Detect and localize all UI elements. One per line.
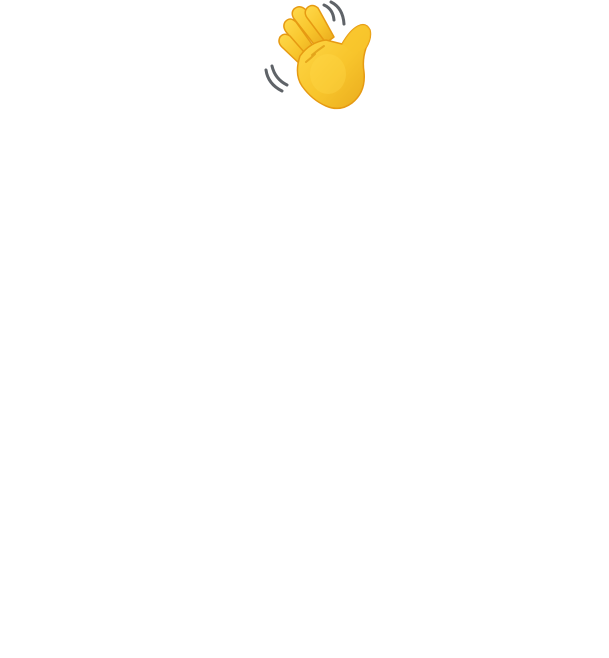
hand [278, 4, 372, 110]
waving-hand-icon [264, 0, 372, 110]
motion-line [270, 64, 289, 87]
page [0, 0, 609, 658]
motion-line [322, 3, 336, 22]
waving-hand-emoji [260, 0, 376, 112]
